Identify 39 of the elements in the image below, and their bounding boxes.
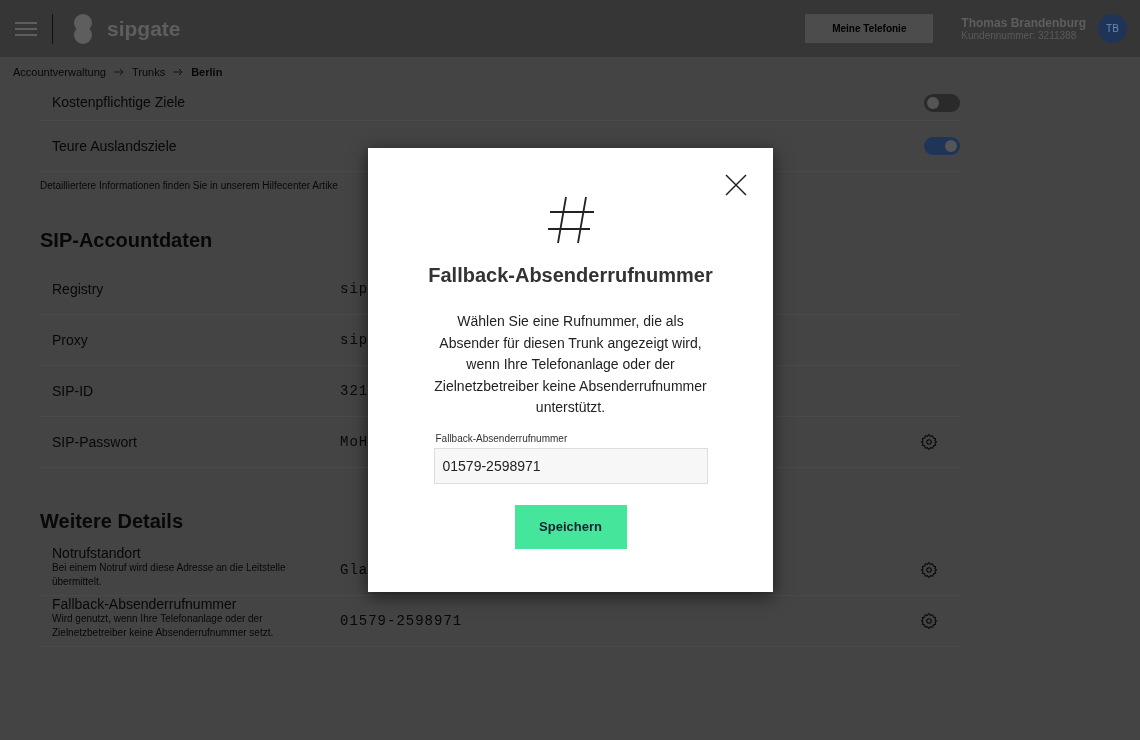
dialog-message: Wählen Sie eine Rufnummer, die als Absender für diesen Trunk angezeigt wird, wenn Ihre Telefonanlage oder der Zielnetzbetreiber keine Absenderrufnummer unterstützt. bbox=[433, 312, 708, 417]
save-button[interactable]: Speichern bbox=[514, 504, 627, 549]
field-label: SIP-Passwort bbox=[52, 434, 138, 450]
field-value: 01579-2598971 bbox=[340, 613, 463, 629]
toggle-switch[interactable] bbox=[924, 94, 960, 112]
field-label: Fallback-Absenderrufnummer bbox=[52, 596, 238, 612]
settings-icon[interactable] bbox=[920, 612, 938, 630]
dialog-title: Fallback-Absenderrufnummer bbox=[428, 264, 713, 287]
arrow-right-icon bbox=[113, 68, 124, 76]
hash-icon bbox=[547, 196, 594, 244]
settings-icon[interactable] bbox=[920, 433, 938, 451]
arrow-right-icon bbox=[173, 68, 184, 76]
field-value: Gla bbox=[340, 562, 369, 578]
section-heading: SIP-Accountdaten bbox=[40, 229, 213, 252]
meine-telefonie-button[interactable]: Meine Telefonie bbox=[805, 14, 934, 43]
field-label: Proxy bbox=[52, 332, 89, 348]
section-heading: Weitere Details bbox=[40, 510, 184, 533]
field-label: Notrufstandort bbox=[52, 545, 142, 561]
field-value: MoH bbox=[340, 434, 369, 450]
logo-icon bbox=[73, 13, 93, 44]
field-value: sip bbox=[340, 281, 369, 297]
field-description: Wird genutzt, wenn Ihre Telefonanlage oder der Zielnetzbetreiber keine Absenderrufnummer setzt. bbox=[52, 612, 275, 640]
help-note: Detailliertere Informationen finden Sie in unserem Hilfecenter Artike bbox=[40, 180, 339, 191]
breadcrumb-link[interactable]: Accountverwaltung bbox=[13, 66, 106, 78]
menu-icon[interactable] bbox=[14, 21, 38, 36]
breadcrumb-link[interactable]: Berlin bbox=[191, 66, 223, 78]
field-label: SIP-ID bbox=[52, 383, 95, 399]
toggle-switch[interactable] bbox=[924, 137, 960, 155]
breadcrumb-link[interactable]: Trunks bbox=[131, 66, 166, 78]
settings-icon[interactable] bbox=[920, 561, 938, 579]
close-icon[interactable] bbox=[725, 174, 747, 196]
field-value: sip bbox=[340, 332, 369, 348]
user-avatar[interactable]: TB bbox=[1098, 14, 1127, 43]
phone-number-input[interactable]: 01579-2598971 bbox=[433, 447, 708, 484]
setting-label: Teure Auslandsziele bbox=[52, 138, 177, 154]
field-value: 321 bbox=[340, 383, 369, 399]
setting-label: Kostenpflichtige Ziele bbox=[52, 94, 186, 110]
field-label: Registry bbox=[52, 281, 105, 297]
input-label: Fallback-Absenderrufnummer bbox=[435, 432, 569, 444]
